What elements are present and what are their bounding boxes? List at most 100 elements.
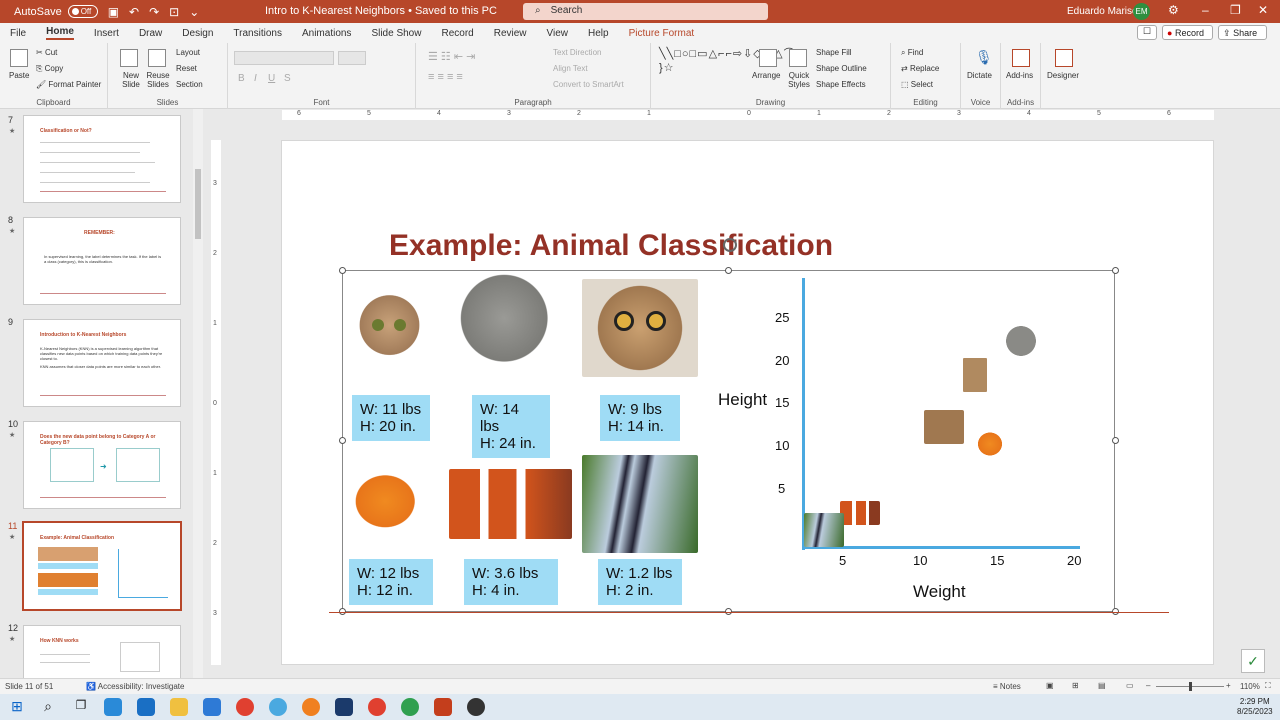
slide-title[interactable]: Example: Animal Classification bbox=[389, 229, 833, 263]
fit-to-window-icon[interactable]: ⛶ bbox=[1265, 681, 1271, 691]
firefox-icon[interactable] bbox=[302, 698, 320, 716]
reuse-slides-button[interactable]: Reuse Slides bbox=[146, 71, 170, 89]
chrome-icon[interactable] bbox=[236, 698, 254, 716]
italic-icon[interactable]: I bbox=[254, 73, 257, 84]
smartart-button[interactable]: Convert to SmartArt bbox=[553, 80, 624, 89]
text-direction-button[interactable]: Text Direction bbox=[553, 48, 601, 57]
align-text-button[interactable]: Align Text bbox=[553, 64, 588, 73]
cut-button[interactable]: ✂ Cut bbox=[36, 48, 57, 57]
resize-handle[interactable] bbox=[339, 267, 346, 274]
redo-icon[interactable]: ↷ bbox=[149, 5, 159, 19]
animal-label-cat-1[interactable]: W: 11 lbs H: 20 in. bbox=[352, 395, 430, 441]
record-button[interactable]: ● Record bbox=[1162, 25, 1213, 40]
quick-styles-icon[interactable] bbox=[789, 49, 807, 67]
minimize-icon[interactable]: – bbox=[1202, 3, 1209, 17]
animal-label-clownfish[interactable]: W: 3.6 lbs H: 4 in. bbox=[464, 559, 558, 605]
app-2-icon[interactable] bbox=[467, 698, 485, 716]
format-painter-button[interactable]: 🖌 Format Painter bbox=[36, 80, 101, 89]
resize-handle[interactable] bbox=[1112, 267, 1119, 274]
arrange-icon[interactable] bbox=[759, 49, 777, 67]
cat-image-1[interactable] bbox=[352, 281, 427, 379]
check-icon[interactable]: ✓ bbox=[1241, 649, 1265, 673]
tab-picture-format[interactable]: Picture Format bbox=[629, 28, 695, 39]
tab-draw[interactable]: Draw bbox=[139, 28, 162, 39]
align-icons[interactable]: ≡ ≡ ≡ ≡ bbox=[428, 71, 463, 83]
mail-icon[interactable] bbox=[203, 698, 221, 716]
chart-point-cat-1[interactable] bbox=[961, 357, 988, 393]
clownfish-image[interactable] bbox=[449, 469, 572, 539]
designer-icon[interactable] bbox=[1055, 49, 1073, 67]
search-icon[interactable]: ⌕ bbox=[39, 698, 57, 716]
chart-point-cat-2[interactable] bbox=[1002, 321, 1040, 360]
save-icon[interactable]: ▣ bbox=[108, 5, 119, 19]
app-icon[interactable] bbox=[335, 698, 353, 716]
search-input[interactable]: ⌕ Search bbox=[523, 3, 768, 20]
windows-start-icon[interactable]: ⊞ bbox=[8, 698, 26, 716]
slide-thumbnail-8[interactable]: REMEMBER: In supervised learning, the la… bbox=[23, 217, 181, 305]
undo-icon[interactable]: ↶ bbox=[129, 5, 139, 19]
find-button[interactable]: ⌕ Find bbox=[901, 48, 923, 58]
powerpoint-icon[interactable] bbox=[434, 698, 452, 716]
zoom-slider-thumb[interactable] bbox=[1189, 682, 1192, 691]
cat-image-2[interactable] bbox=[452, 271, 568, 389]
tab-home[interactable]: Home bbox=[46, 26, 74, 40]
tab-design[interactable]: Design bbox=[182, 28, 213, 39]
animal-label-cat-3[interactable]: W: 9 lbs H: 14 in. bbox=[600, 395, 680, 441]
scrollbar-thumb[interactable] bbox=[195, 169, 201, 239]
new-slide-button[interactable]: New Slide bbox=[120, 71, 142, 89]
comments-button[interactable]: ☐ bbox=[1137, 25, 1157, 40]
paste-icon[interactable] bbox=[10, 49, 28, 67]
tab-file[interactable]: File bbox=[10, 28, 26, 39]
microphone-icon[interactable]: 🎙 bbox=[975, 49, 993, 66]
slide-thumbnail-11[interactable]: Example: Animal Classification bbox=[22, 521, 182, 611]
addins-icon[interactable] bbox=[1012, 49, 1030, 67]
chart-point-angelfish[interactable] bbox=[804, 512, 844, 547]
slide-thumbnail-9[interactable]: Introduction to K-Nearest Neighbors K-Ne… bbox=[23, 319, 181, 407]
animal-label-angelfish[interactable]: W: 1.2 lbs H: 2 in. bbox=[598, 559, 682, 605]
slide-thumbnail-7[interactable]: Classification or Not? bbox=[23, 115, 181, 203]
normal-view-icon[interactable]: ▣ bbox=[1046, 681, 1054, 690]
animal-label-cat-2[interactable]: W: 14 lbs H: 24 in. bbox=[472, 395, 550, 458]
rotate-handle[interactable] bbox=[723, 238, 737, 252]
avatar[interactable]: EM bbox=[1133, 3, 1150, 20]
resize-handle[interactable] bbox=[725, 267, 732, 274]
customize-qat-icon[interactable]: ⌄ bbox=[189, 5, 199, 19]
task-view-icon[interactable]: ❐ bbox=[72, 698, 90, 716]
section-button[interactable]: Section bbox=[176, 80, 203, 89]
designer-button[interactable]: Designer bbox=[1047, 71, 1079, 80]
underline-icon[interactable]: U bbox=[268, 73, 275, 84]
font-family-select[interactable] bbox=[234, 51, 334, 65]
shape-outline-button[interactable]: Shape Outline bbox=[816, 64, 867, 73]
tab-review[interactable]: Review bbox=[494, 28, 527, 39]
dictate-button[interactable]: Dictate bbox=[967, 71, 992, 80]
tab-animations[interactable]: Animations bbox=[302, 28, 351, 39]
chart-point-clownfish[interactable] bbox=[839, 500, 880, 525]
reset-button[interactable]: Reset bbox=[176, 64, 197, 73]
shape-effects-button[interactable]: Shape Effects bbox=[816, 80, 866, 89]
reuse-slides-icon[interactable] bbox=[148, 49, 166, 67]
bold-icon[interactable]: B bbox=[238, 73, 245, 84]
slide-thumbnail-12[interactable]: How KNN works bbox=[23, 625, 181, 679]
cat-image-3[interactable] bbox=[582, 279, 698, 377]
quick-styles-button[interactable]: Quick Styles bbox=[787, 71, 811, 89]
goldfish-image[interactable] bbox=[346, 459, 444, 553]
resize-handle[interactable] bbox=[1112, 437, 1119, 444]
layout-button[interactable]: Layout bbox=[176, 48, 200, 57]
notes-button[interactable]: ≡ Notes bbox=[993, 682, 1021, 691]
select-button[interactable]: ⬚ Select bbox=[901, 80, 933, 89]
present-icon[interactable]: ⊡ bbox=[169, 5, 179, 19]
replace-button[interactable]: ⇄ Replace bbox=[901, 64, 939, 73]
restore-icon[interactable]: ❐ bbox=[1230, 3, 1241, 17]
angelfish-image[interactable] bbox=[582, 455, 698, 553]
shape-fill-button[interactable]: Shape Fill bbox=[816, 48, 852, 57]
photos-icon[interactable] bbox=[269, 698, 287, 716]
slideshow-view-icon[interactable]: ▭ bbox=[1126, 681, 1134, 690]
tab-view[interactable]: View bbox=[547, 28, 569, 39]
copy-button[interactable]: ⎘ Copy bbox=[36, 64, 63, 74]
tab-insert[interactable]: Insert bbox=[94, 28, 119, 39]
autosave-toggle[interactable]: Off bbox=[67, 5, 98, 18]
paste-button[interactable]: Paste bbox=[9, 71, 29, 80]
accessibility-status[interactable]: ♿ Accessibility: Investigate bbox=[86, 682, 184, 691]
resize-handle[interactable] bbox=[339, 437, 346, 444]
store-icon[interactable] bbox=[137, 698, 155, 716]
